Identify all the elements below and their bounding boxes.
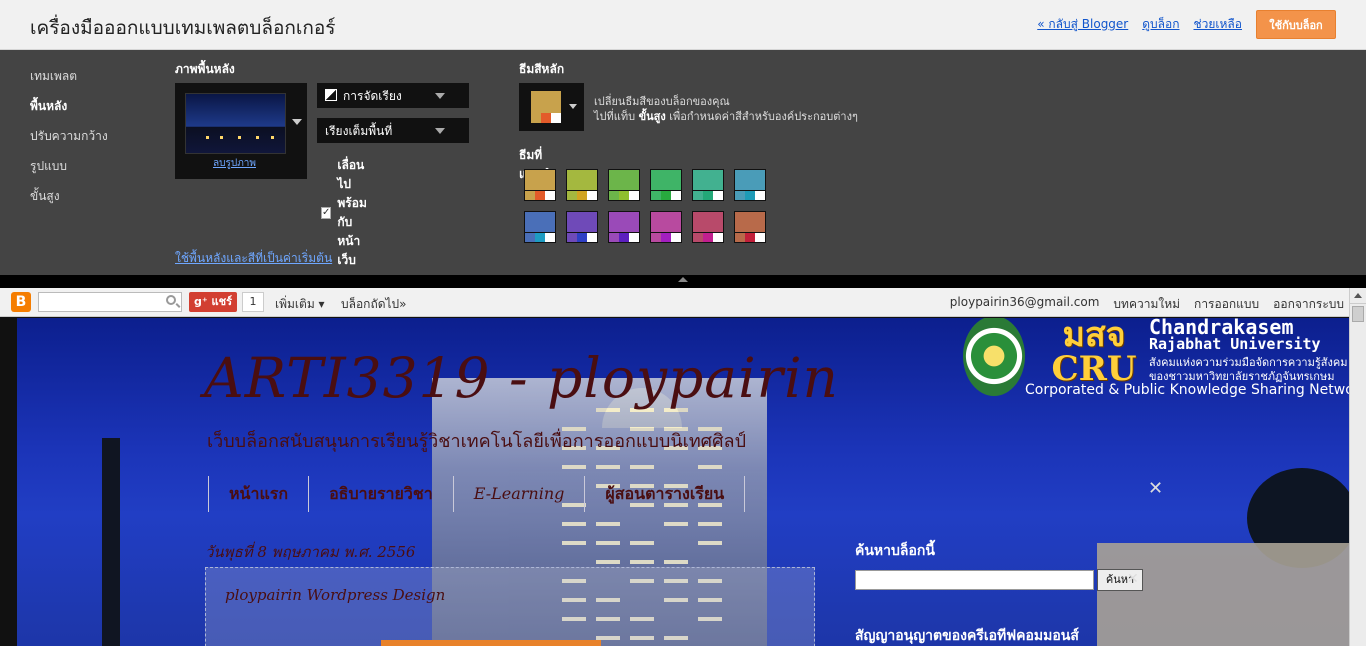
designer-panel: เทมเพลต พื้นหลัง ปรับความกว้าง รูปแบบ ขั… xyxy=(0,50,1366,275)
cru-logo: มสจ CRU xyxy=(1051,318,1137,389)
recommended-theme-swatch[interactable] xyxy=(524,211,556,243)
university-name-line2: Rajabhat University xyxy=(1149,335,1321,353)
alignment-dropdown-label: การจัดเรียง xyxy=(343,89,402,103)
recommended-theme-swatch[interactable] xyxy=(692,169,724,201)
blogger-navbar: B g⁺ แชร์ 1 เพิ่มเติม ▾ บล็อกถัดไป» ploy… xyxy=(0,288,1349,317)
nav-item-advanced[interactable]: ขั้นสูง xyxy=(30,187,108,217)
fill-dropdown-label: เรียงเต็มพื้นที่ xyxy=(325,124,393,138)
navbar-right-links: ploypairin36@gmail.com บทความใหม่ การออก… xyxy=(950,295,1344,314)
remove-image-link[interactable]: ลบรูปภาพ xyxy=(213,156,256,171)
university-english-tagline: Corporated & Public Knowledge Sharing Ne… xyxy=(1025,382,1349,398)
background-image-picker[interactable]: ลบรูปภาพ xyxy=(175,83,307,179)
nav-item-adjust-width[interactable]: ปรับความกว้าง xyxy=(30,127,108,157)
recommended-theme-swatch[interactable] xyxy=(650,211,682,243)
university-seal-logo xyxy=(963,318,1025,396)
fill-dropdown[interactable]: เรียงเต็มพื้นที่ xyxy=(317,118,469,143)
gplus-share-button[interactable]: g⁺ แชร์ xyxy=(189,292,237,312)
blog-post: ploypairin Wordpress Design xyxy=(205,567,815,646)
tab-course-description[interactable]: อธิบายรายวิชา xyxy=(308,476,453,512)
nav-item-template[interactable]: เทมเพลต xyxy=(30,67,108,97)
alignment-icon xyxy=(325,89,337,101)
background-thumbnail[interactable] xyxy=(185,93,286,154)
tab-e-learning[interactable]: E-Learning xyxy=(452,476,585,512)
recommended-themes-grid xyxy=(524,169,766,243)
theme-desc-line1: เปลี่ยนธีมสีของบล็อกของคุณ xyxy=(594,95,730,108)
alignment-dropdown[interactable]: การจัดเรียง xyxy=(317,83,469,108)
chevron-down-icon xyxy=(435,128,445,134)
designer-nav: เทมเพลต พื้นหลัง ปรับความกว้าง รูปแบบ ขั… xyxy=(30,67,108,217)
recommended-theme-swatch[interactable] xyxy=(692,211,724,243)
post-title[interactable]: ploypairin Wordpress Design xyxy=(225,586,445,604)
chevron-down-icon xyxy=(435,93,445,99)
chevron-down-icon[interactable] xyxy=(569,104,577,109)
header-links: « กลับสู่ Blogger ดูบล็อก ช่วยเหลือ ใช้ก… xyxy=(1037,10,1336,39)
background-pole xyxy=(102,438,120,646)
more-menu[interactable]: เพิ่มเติม ▾ xyxy=(275,295,325,314)
checkbox-checked-icon[interactable]: ✓ xyxy=(321,207,332,219)
navbar-search-input[interactable] xyxy=(38,292,182,312)
gplus-count: 1 xyxy=(242,292,264,312)
blog-title[interactable]: ARTI3319 - ploypairin xyxy=(204,346,839,410)
blogger-logo-icon[interactable]: B xyxy=(11,292,31,312)
recommended-theme-swatch[interactable] xyxy=(566,211,598,243)
preview-scrollbar[interactable] xyxy=(1349,288,1366,646)
scroll-checkbox-label: เลื่อนไปพร้อมกับหน้าเว็บ xyxy=(337,158,367,267)
main-color-theme-heading: ธีมสีหลัก xyxy=(519,62,565,76)
next-blog-link[interactable]: บล็อกถัดไป» xyxy=(341,295,407,314)
background-building-right xyxy=(1097,543,1349,646)
tab-home[interactable]: หน้าแรก xyxy=(208,476,308,512)
nav-item-layout[interactable]: รูปแบบ xyxy=(30,157,108,187)
blog-search-input[interactable] xyxy=(855,570,1094,590)
scrollbar-thumb[interactable] xyxy=(1352,306,1364,322)
search-icon[interactable] xyxy=(166,295,176,305)
recommended-theme-swatch[interactable] xyxy=(608,169,640,201)
reset-default-background-link[interactable]: ใช้พื้นหลังและสีที่เป็นค่าเริ่มต้น xyxy=(175,249,332,268)
help-link[interactable]: ช่วยเหลือ xyxy=(1194,15,1243,34)
main-color-theme-section: ธีมสีหลัก เปลี่ยนธีมสีของบล็อกของคุณ ไปท… xyxy=(519,60,858,243)
collapse-panel-icon[interactable] xyxy=(678,277,688,282)
recommended-theme-swatch[interactable] xyxy=(734,211,766,243)
wrench-icon[interactable]: ✕ xyxy=(1127,571,1139,587)
background-image-heading: ภาพพื้นหลัง xyxy=(175,62,235,76)
blog-description: เว็บบล็อกสนับสนุนการเรียนรู้วิชาเทคโนโลย… xyxy=(207,431,746,452)
view-blog-link[interactable]: ดูบล็อก xyxy=(1142,15,1179,34)
main-color-swatch[interactable] xyxy=(531,91,561,123)
recommended-theme-swatch[interactable] xyxy=(734,169,766,201)
recommended-theme-swatch[interactable] xyxy=(608,211,640,243)
main-color-picker[interactable] xyxy=(519,83,584,131)
wrench-icon[interactable]: ✕ xyxy=(1148,478,1163,499)
blog-preview: B g⁺ แชร์ 1 เพิ่มเติม ▾ บล็อกถัดไป» ploy… xyxy=(0,288,1366,646)
theme-description: เปลี่ยนธีมสีของบล็อกของคุณ ไปที่แท็บ ขั้… xyxy=(594,94,858,124)
account-email[interactable]: ploypairin36@gmail.com xyxy=(950,295,1100,314)
designer-header: เครื่องมือออกแบบเทมเพลตบล็อกเกอร์ « กลับ… xyxy=(0,0,1366,50)
theme-desc-line2: ไปที่แท็บ ขั้นสูง เพื่อกำหนดค่าสีสำหรับอ… xyxy=(594,110,858,123)
sign-out-link[interactable]: ออกจากระบบ xyxy=(1273,295,1344,314)
nav-item-background[interactable]: พื้นหลัง xyxy=(30,97,108,127)
recommended-theme-swatch[interactable] xyxy=(650,169,682,201)
post-date: วันพุธที่ 8 พฤษภาคม พ.ศ. 2556 xyxy=(205,543,416,561)
scroll-up-icon[interactable] xyxy=(1350,288,1366,304)
apply-to-blog-button[interactable]: ใช้กับบล็อก xyxy=(1256,10,1336,39)
blog-tabs: หน้าแรก อธิบายรายวิชา E-Learning ผู้สอนต… xyxy=(208,476,746,512)
tab-instructor-schedule[interactable]: ผู้สอนตารางเรียน xyxy=(584,476,746,512)
license-widget-heading: สัญญาอนุญาตของครีเอทีฟคอมมอนส์ xyxy=(855,628,1079,644)
background-image-section: ภาพพื้นหลัง ลบรูปภาพ การจัดเรียง เรียงเต… xyxy=(175,60,469,267)
post-image xyxy=(381,640,601,646)
chevron-down-icon[interactable] xyxy=(292,119,302,125)
recommended-theme-swatch[interactable] xyxy=(566,169,598,201)
search-widget-heading: ค้นหาบล็อกนี้ xyxy=(855,543,935,559)
blog-body: มสจ CRU Chandrakasem Rajabhat University … xyxy=(17,318,1349,646)
page-title: เครื่องมือออกแบบเทมเพลตบล็อกเกอร์ xyxy=(30,17,336,39)
back-to-blogger-link[interactable]: « กลับสู่ Blogger xyxy=(1037,15,1128,34)
new-post-link[interactable]: บทความใหม่ xyxy=(1113,295,1180,314)
recommended-theme-swatch[interactable] xyxy=(524,169,556,201)
design-link[interactable]: การออกแบบ xyxy=(1194,295,1259,314)
